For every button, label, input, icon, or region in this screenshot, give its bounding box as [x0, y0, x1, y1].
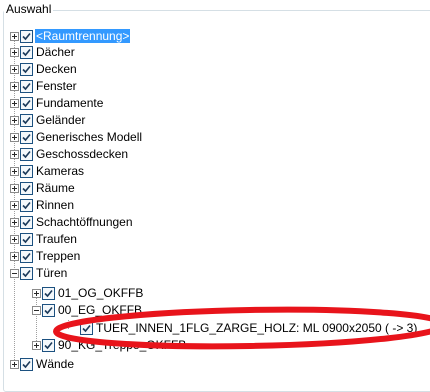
- tree-item-90-kg-treppe-okffb[interactable]: 90_KG_Treppe_OKFFB: [32, 337, 187, 353]
- checkbox[interactable]: [20, 113, 33, 127]
- tree-item-01-og-okffb[interactable]: 01_OG_OKFFB: [32, 285, 144, 301]
- expand-toggle[interactable]: [10, 81, 19, 91]
- checkbox[interactable]: [20, 147, 33, 161]
- tree-item-label: Dächer: [36, 45, 75, 59]
- tree-item-decken[interactable]: Decken: [10, 61, 78, 77]
- tree-item-label: Fenster: [36, 79, 77, 93]
- tree-item-treppen[interactable]: Treppen: [10, 248, 81, 264]
- expand-toggle[interactable]: [10, 251, 19, 261]
- expand-toggle[interactable]: [32, 340, 41, 350]
- tree-item-label: Generisches Modell: [36, 130, 143, 144]
- tree-item-label: 00_EG_OKFFB: [58, 303, 143, 317]
- tree-item-label: Rinnen: [36, 198, 75, 212]
- tree-item-tueren[interactable]: Türen: [10, 265, 68, 281]
- expand-toggle[interactable]: [10, 31, 19, 41]
- tree-item-waende[interactable]: Wände: [10, 356, 75, 372]
- expand-toggle[interactable]: [32, 288, 41, 298]
- tree-item-label: TUER_INNEN_1FLG_ZARGE_HOLZ: ML 0900x2050…: [96, 321, 418, 335]
- tree-item-geschossdecken[interactable]: Geschossdecken: [10, 146, 129, 162]
- tree-item-raeume[interactable]: Räume: [10, 180, 76, 196]
- tree-item-label: Traufen: [36, 232, 77, 246]
- tree-item-door-type[interactable]: TUER_INNEN_1FLG_ZARGE_HOLZ: ML 0900x2050…: [80, 320, 418, 336]
- expand-toggle[interactable]: [10, 359, 19, 369]
- tree-item-schachtoeffnungen[interactable]: Schachtöffnungen: [10, 214, 134, 230]
- tree-item-label: Decken: [36, 62, 77, 76]
- checkbox[interactable]: [42, 286, 55, 300]
- tree-item-label: Kameras: [36, 164, 85, 178]
- tree-item-gelaender[interactable]: Geländer: [10, 112, 86, 128]
- tree-item-generisches-modell[interactable]: Generisches Modell: [10, 129, 143, 145]
- checkbox[interactable]: [20, 79, 33, 93]
- tree-item-raumtrennung[interactable]: <Raumtrennung>: [10, 28, 131, 44]
- checkbox[interactable]: [20, 181, 33, 195]
- expand-toggle[interactable]: [10, 217, 19, 227]
- checkbox[interactable]: [20, 357, 33, 371]
- tree-item-label: <Raumtrennung>: [35, 29, 131, 43]
- expand-toggle[interactable]: [10, 183, 19, 193]
- tree-line: [68, 320, 69, 329]
- checkbox[interactable]: [20, 266, 33, 280]
- expand-toggle[interactable]: [10, 47, 19, 57]
- expand-toggle[interactable]: [10, 132, 19, 142]
- checkbox[interactable]: [20, 62, 33, 76]
- expand-toggle[interactable]: [10, 200, 19, 210]
- checkbox[interactable]: [20, 232, 33, 246]
- category-tree[interactable]: <Raumtrennung> Dächer Decken Fenster Fun…: [0, 0, 430, 374]
- tree-item-daecher[interactable]: Dächer: [10, 44, 76, 60]
- checkbox[interactable]: [20, 164, 33, 178]
- checkbox[interactable]: [42, 338, 55, 352]
- checkbox[interactable]: [42, 303, 55, 317]
- tree-item-fundamente[interactable]: Fundamente: [10, 95, 104, 111]
- tree-item-rinnen[interactable]: Rinnen: [10, 197, 75, 213]
- collapse-toggle[interactable]: [10, 268, 19, 278]
- tree-item-label: 90_KG_Treppe_OKFFB: [58, 338, 187, 352]
- checkbox[interactable]: [20, 215, 33, 229]
- checkbox[interactable]: [20, 198, 33, 212]
- tree-item-00-eg-okffb[interactable]: 00_EG_OKFFB: [32, 302, 143, 318]
- tree-item-label: Fundamente: [36, 96, 104, 110]
- tree-item-label: Geschossdecken: [36, 147, 129, 161]
- expand-toggle[interactable]: [10, 115, 19, 125]
- tree-item-kameras[interactable]: Kameras: [10, 163, 85, 179]
- tree-item-traufen[interactable]: Traufen: [10, 231, 78, 247]
- checkbox[interactable]: [80, 321, 93, 335]
- expand-toggle[interactable]: [10, 149, 19, 159]
- tree-item-label: 01_OG_OKFFB: [58, 286, 144, 300]
- collapse-toggle[interactable]: [32, 305, 41, 315]
- expand-toggle[interactable]: [10, 98, 19, 108]
- checkbox[interactable]: [20, 29, 33, 43]
- checkbox[interactable]: [20, 45, 33, 59]
- checkbox[interactable]: [20, 96, 33, 110]
- tree-item-label: Treppen: [36, 249, 81, 263]
- tree-item-fenster[interactable]: Fenster: [10, 78, 78, 94]
- tree-item-label: Geländer: [36, 113, 86, 127]
- tree-item-label: Wände: [36, 357, 75, 371]
- expand-toggle[interactable]: [10, 234, 19, 244]
- expand-toggle[interactable]: [10, 64, 19, 74]
- checkbox[interactable]: [20, 249, 33, 263]
- tree-item-label: Räume: [36, 181, 75, 195]
- checkbox[interactable]: [20, 130, 33, 144]
- expand-toggle[interactable]: [10, 166, 19, 176]
- tree-item-label: Schachtöffnungen: [36, 215, 133, 229]
- tree-item-label: Türen: [36, 266, 68, 280]
